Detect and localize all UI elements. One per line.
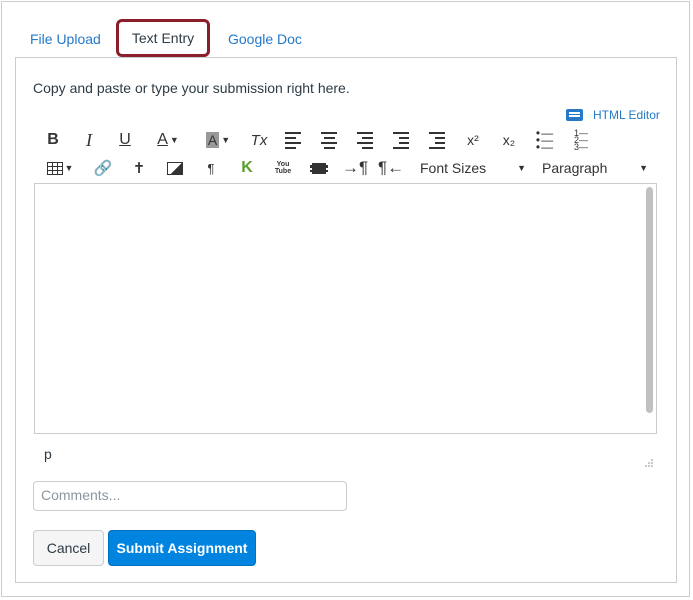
align-left-button[interactable] bbox=[280, 127, 306, 153]
font-sizes-label: Font Sizes bbox=[420, 160, 487, 176]
subscript-button[interactable]: x₂ bbox=[496, 127, 522, 153]
text-color-button[interactable]: A ▼ bbox=[148, 127, 188, 153]
underline-icon: U bbox=[119, 131, 131, 148]
align-right-icon bbox=[357, 131, 373, 149]
paragraph-mark-button[interactable]: ¶ bbox=[198, 155, 224, 181]
rich-text-editor-body[interactable] bbox=[34, 183, 657, 434]
outdent-icon bbox=[393, 131, 409, 149]
indent-button[interactable] bbox=[424, 127, 450, 153]
ltr-button[interactable]: →¶ bbox=[342, 155, 368, 181]
unlink-icon: ✝ bbox=[132, 160, 146, 177]
numbered-list-button[interactable]: 1— 2— 3— bbox=[568, 127, 594, 153]
film-icon bbox=[310, 162, 328, 174]
caret-down-icon: ▼ bbox=[517, 163, 526, 173]
image-button[interactable] bbox=[162, 155, 188, 181]
align-center-icon bbox=[321, 131, 337, 149]
superscript-icon: x² bbox=[467, 132, 479, 148]
font-sizes-dropdown[interactable]: Font Sizes ▼ bbox=[420, 155, 526, 181]
cancel-button[interactable]: Cancel bbox=[33, 530, 104, 566]
italic-button[interactable]: I bbox=[76, 127, 102, 153]
link-button[interactable]: 🔗 bbox=[90, 155, 116, 181]
align-center-button[interactable] bbox=[316, 127, 342, 153]
caret-down-icon: ▼ bbox=[64, 163, 74, 173]
bullet-list-button[interactable]: •— •— •— bbox=[532, 127, 558, 153]
align-left-icon bbox=[285, 131, 301, 149]
ltr-paragraph-icon: →¶ bbox=[341, 158, 369, 177]
bold-button[interactable]: B bbox=[40, 127, 66, 153]
tab-text-entry[interactable]: Text Entry bbox=[116, 19, 210, 57]
outdent-button[interactable] bbox=[388, 127, 414, 153]
keyboard-icon bbox=[566, 109, 583, 121]
editor-status-path: p bbox=[44, 446, 52, 462]
numbered-list-icon: 1— 2— 3— bbox=[573, 127, 588, 152]
clear-formatting-icon: Tx bbox=[250, 131, 268, 149]
editor-toolbar-row-1: B I U A ▼ A ▼ Tx x² x₂ •— •— •— 1— 2— 3— bbox=[34, 127, 658, 153]
background-color-button[interactable]: A ▼ bbox=[198, 127, 238, 153]
pilcrow-icon: ¶ bbox=[207, 160, 215, 176]
rtl-button[interactable]: ¶← bbox=[378, 155, 404, 181]
caret-down-icon: ▼ bbox=[221, 135, 231, 145]
instructions-text: Copy and paste or type your submission r… bbox=[33, 80, 350, 96]
editor-scrollbar[interactable] bbox=[646, 187, 653, 413]
kaltura-icon: K bbox=[241, 159, 253, 176]
text-color-icon: A bbox=[157, 131, 168, 148]
editor-toolbar-row-2: ▼ 🔗 ✝ ¶ K You Tube →¶ ¶← Font Sizes ▼ Par… bbox=[34, 155, 658, 181]
resize-handle-icon[interactable] bbox=[644, 458, 654, 468]
html-editor-label: HTML Editor bbox=[593, 108, 660, 122]
comments-field[interactable] bbox=[33, 481, 347, 511]
caret-down-icon: ▼ bbox=[639, 163, 648, 173]
table-button[interactable]: ▼ bbox=[40, 155, 80, 181]
bold-icon: B bbox=[47, 131, 59, 148]
kaltura-button[interactable]: K bbox=[234, 155, 260, 181]
media-button[interactable] bbox=[306, 155, 332, 181]
table-icon bbox=[46, 161, 63, 175]
html-editor-link[interactable]: HTML Editor bbox=[566, 108, 660, 122]
align-right-button[interactable] bbox=[352, 127, 378, 153]
link-icon: 🔗 bbox=[93, 160, 113, 177]
background-color-icon: A bbox=[205, 132, 220, 148]
clear-formatting-button[interactable]: Tx bbox=[246, 127, 272, 153]
caret-down-icon: ▼ bbox=[169, 135, 179, 145]
image-icon bbox=[167, 161, 183, 175]
bullet-list-icon: •— •— •— bbox=[535, 125, 555, 154]
tab-file-upload[interactable]: File Upload bbox=[30, 22, 101, 56]
underline-button[interactable]: U bbox=[112, 127, 138, 153]
youtube-button[interactable]: You Tube bbox=[270, 155, 296, 181]
youtube-icon: You Tube bbox=[274, 161, 292, 175]
italic-icon: I bbox=[86, 129, 92, 150]
paragraph-label: Paragraph bbox=[542, 160, 608, 176]
tab-google-doc[interactable]: Google Doc bbox=[228, 22, 302, 56]
rtl-paragraph-icon: ¶← bbox=[377, 158, 405, 177]
paragraph-dropdown[interactable]: Paragraph ▼ bbox=[542, 155, 648, 181]
indent-icon bbox=[429, 131, 445, 149]
superscript-button[interactable]: x² bbox=[460, 127, 486, 153]
subscript-icon: x₂ bbox=[502, 132, 516, 148]
unlink-button[interactable]: ✝ bbox=[126, 155, 152, 181]
submit-assignment-button[interactable]: Submit Assignment bbox=[108, 530, 256, 566]
